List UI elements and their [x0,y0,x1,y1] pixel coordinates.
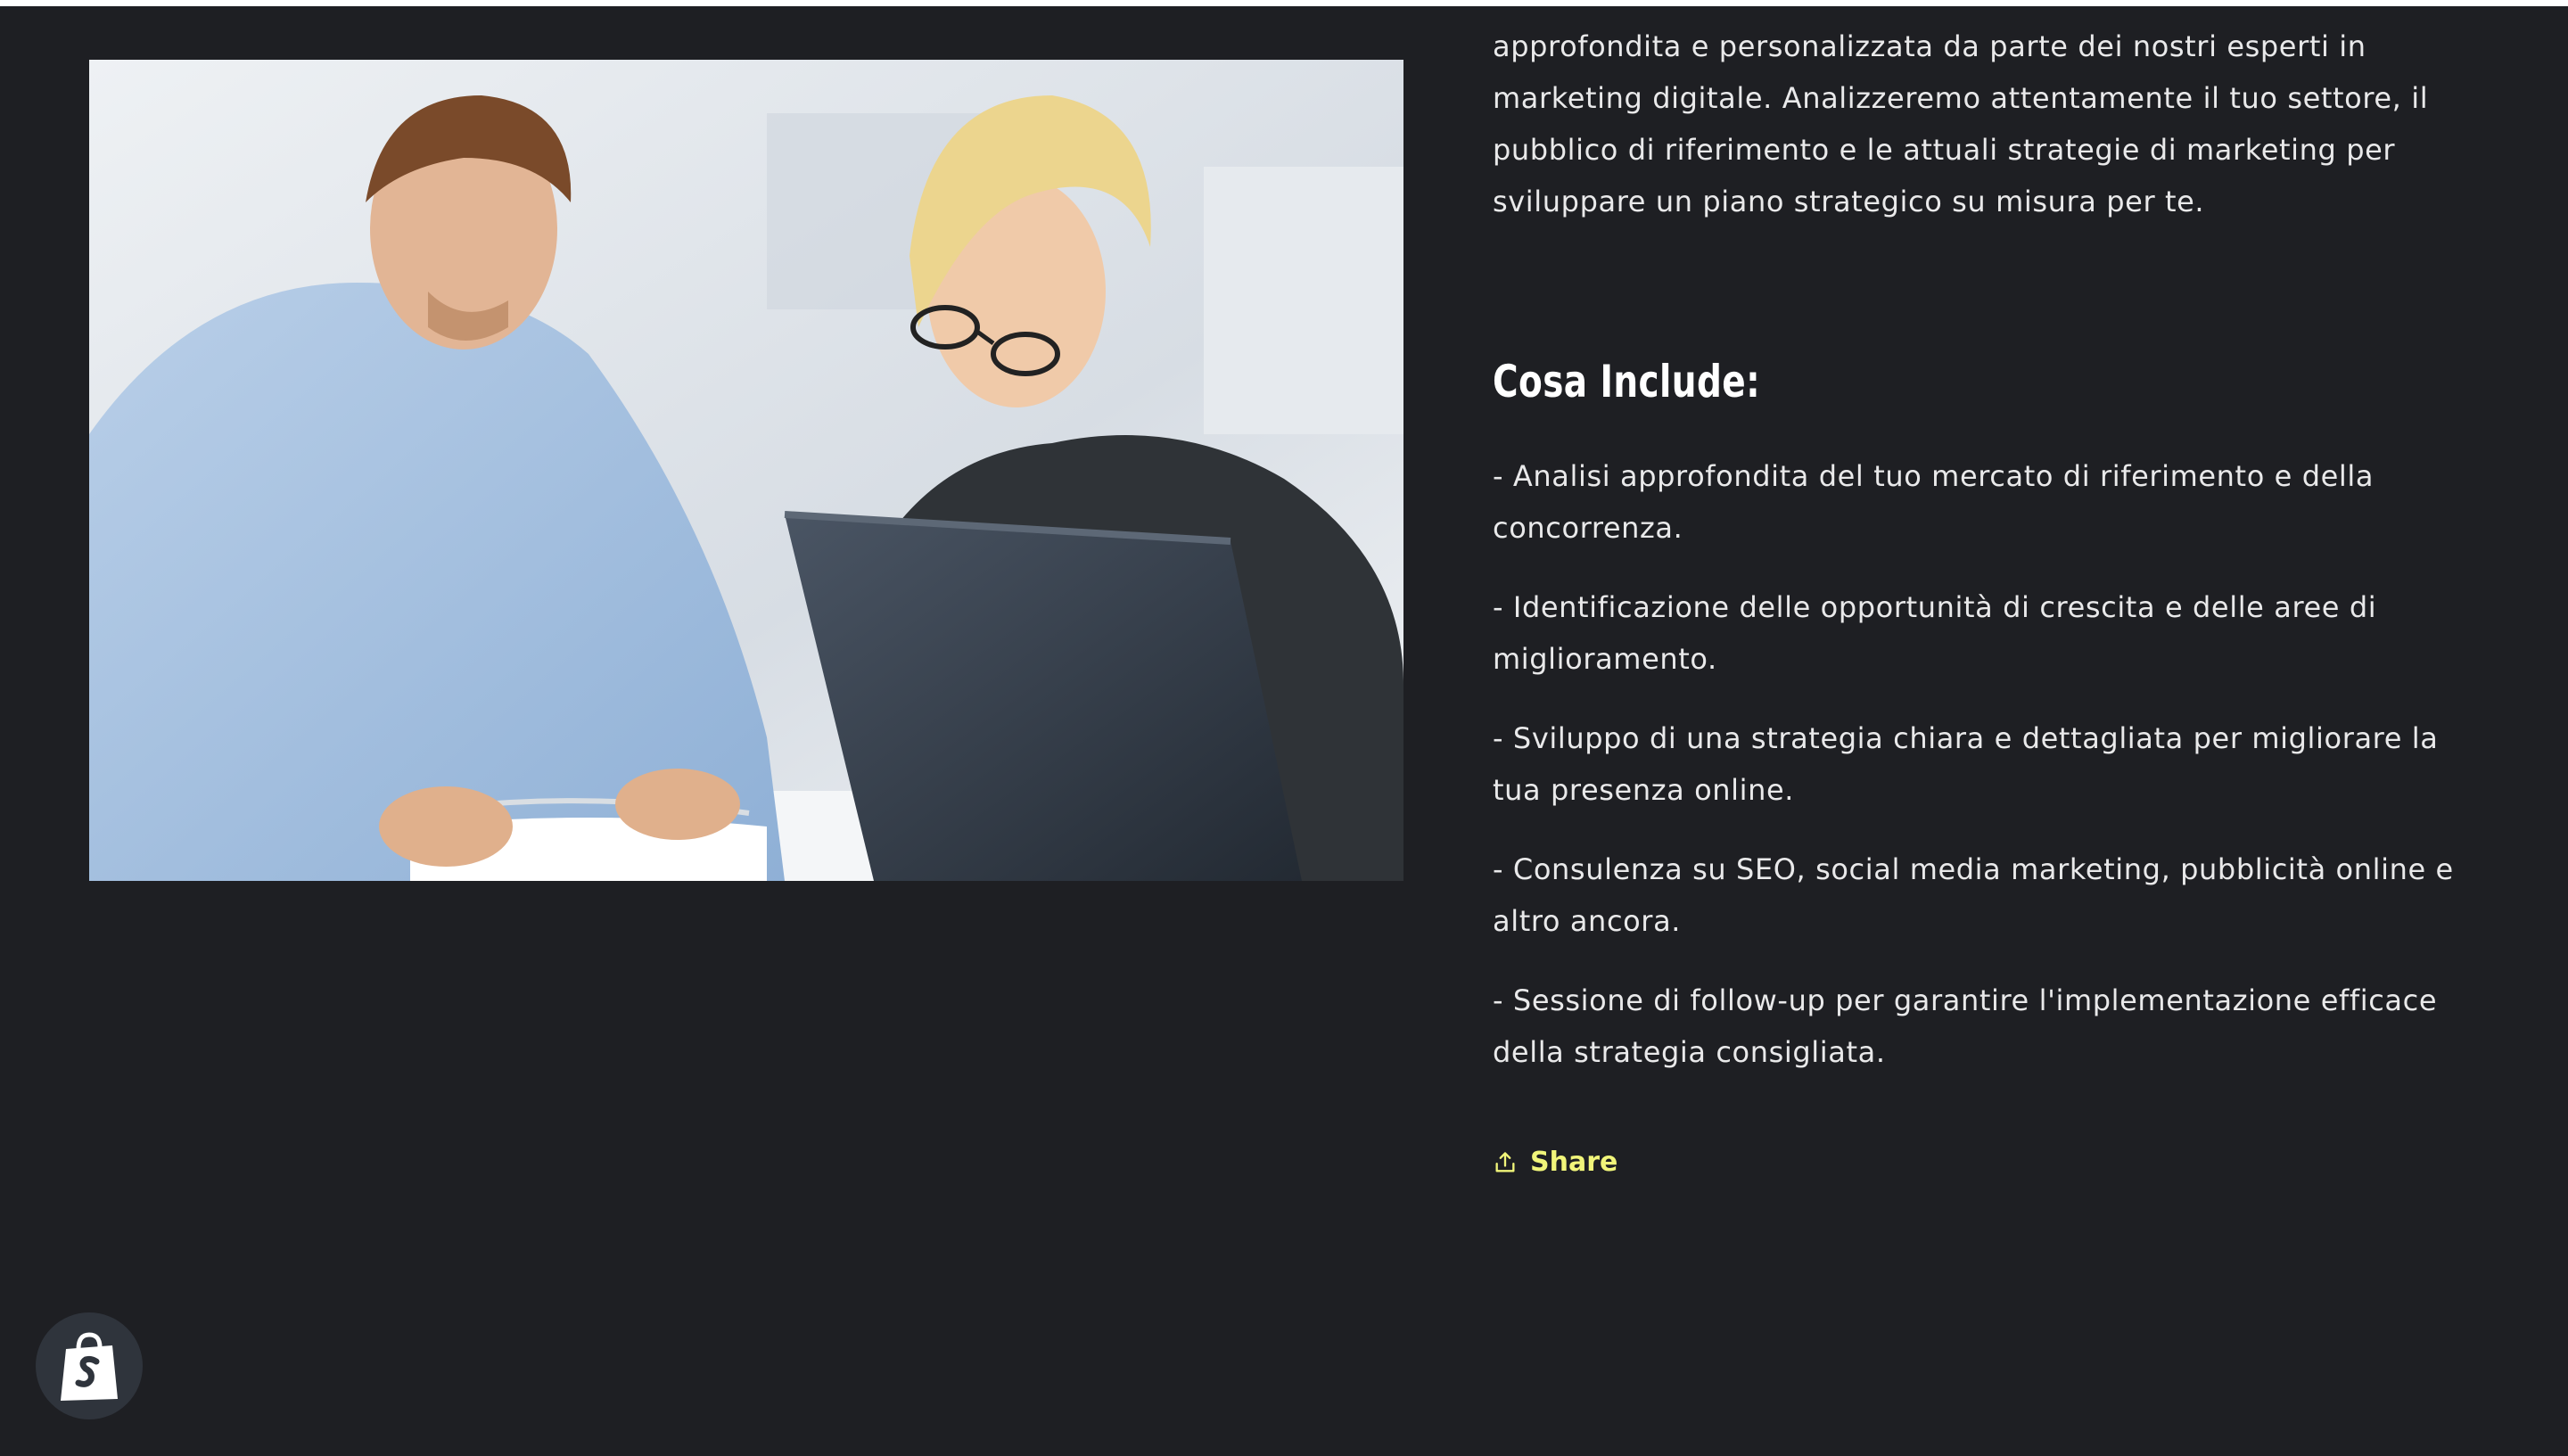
share-icon [1495,1152,1515,1172]
includes-list: - Analisi approfondita del tuo mercato d… [1493,450,2482,1106]
share-button[interactable]: Share [1493,1144,1617,1181]
product-image [89,60,1403,881]
list-item: - Consulenza su SEO, social media market… [1493,852,2454,938]
shopify-bag-icon [61,1332,118,1401]
hero-photo [89,60,1403,881]
list-item: - Sessione di follow-up per garantire l'… [1493,983,2438,1069]
list-item: - Analisi approfondita del tuo mercato d… [1493,459,2375,545]
description-intro: approfondita e personalizzata da parte d… [1493,29,2429,218]
shopify-badge[interactable] [36,1312,143,1419]
list-item: - Identificazione delle opportunità di c… [1493,590,2377,676]
share-label: Share [1530,1147,1618,1178]
includes-heading: Cosa Include: [1493,356,1761,407]
list-item: - Sviluppo di una strategia chiara e det… [1493,721,2439,807]
